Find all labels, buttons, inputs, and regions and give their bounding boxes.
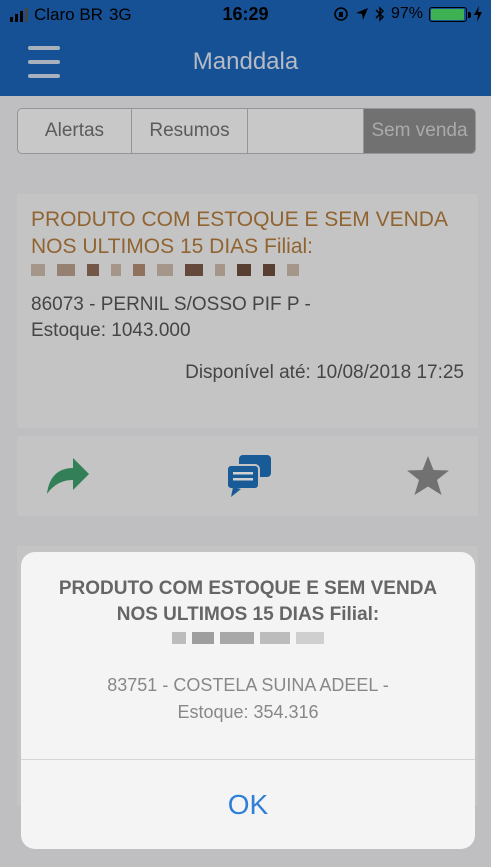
alert-message: 83751 - COSTELA SUINA ADEEL - Estoque: 3…	[21, 672, 475, 726]
alert-title: PRODUTO COM ESTOQUE E SEM VENDA NOS ULTI…	[58, 578, 438, 625]
alert-dialog: PRODUTO COM ESTOQUE E SEM VENDA NOS ULTI…	[21, 552, 475, 849]
alert-stock-line: Estoque: 354.316	[177, 702, 319, 722]
alert-product-line: 83751 - COSTELA SUINA ADEEL -	[107, 675, 389, 695]
alert-redacted-branch	[21, 632, 475, 644]
ok-button[interactable]: OK	[21, 760, 475, 849]
